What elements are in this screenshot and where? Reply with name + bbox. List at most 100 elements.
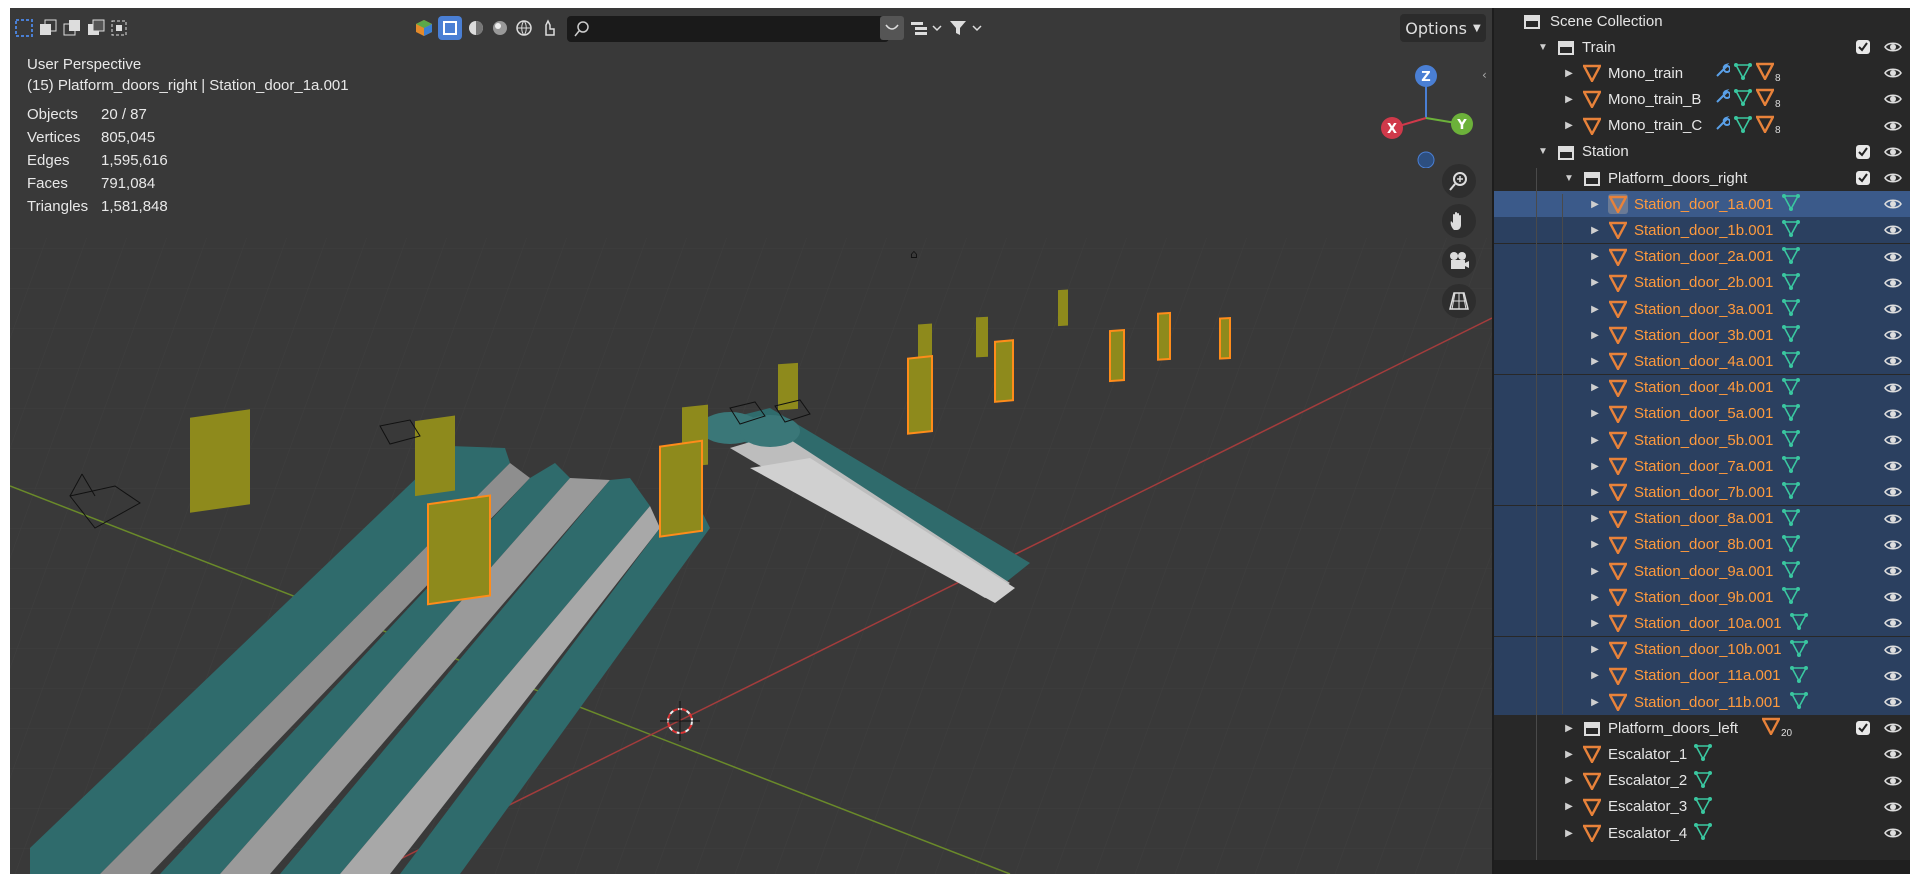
visibility-eye-icon[interactable] xyxy=(1884,562,1902,580)
expand-arrow-icon[interactable]: ▶ xyxy=(1562,774,1576,788)
mesh-data-icon[interactable] xyxy=(1694,743,1712,765)
visibility-eye-icon[interactable] xyxy=(1884,614,1902,632)
object-data-icon[interactable] xyxy=(1761,717,1781,739)
outliner-object-row[interactable]: ▶ Station_door_3b.001 xyxy=(1494,322,1910,349)
exclude-checkbox[interactable] xyxy=(1856,171,1870,185)
shading-options-icon[interactable] xyxy=(538,16,562,40)
zoom-button[interactable] xyxy=(1442,164,1476,198)
visibility-eye-icon[interactable] xyxy=(1884,117,1902,135)
outliner-collection-row[interactable]: ▼ Platform_doors_right xyxy=(1494,165,1910,191)
visibility-eye-icon[interactable] xyxy=(1884,588,1902,606)
rendered-shading-icon[interactable] xyxy=(512,16,536,40)
mesh-data-icon[interactable] xyxy=(1782,324,1800,346)
select-intersect-icon[interactable] xyxy=(108,16,132,40)
outliner-object-row[interactable]: ▶ Station_door_8a.001 xyxy=(1494,505,1910,532)
visibility-eye-icon[interactable] xyxy=(1884,798,1902,816)
outliner-collection-row[interactable]: ▼ Station xyxy=(1494,139,1910,165)
expand-arrow-icon[interactable]: ▶ xyxy=(1562,826,1576,840)
outliner-object-row[interactable]: ▶ Station_door_9a.001 xyxy=(1494,558,1910,584)
xray-toggle-icon[interactable] xyxy=(438,16,462,40)
material-icon[interactable] xyxy=(1755,62,1775,84)
outliner-object-row[interactable]: ▶ Station_door_7b.001 xyxy=(1494,479,1910,506)
solid-shading-icon[interactable] xyxy=(464,16,488,40)
mesh-data-icon[interactable] xyxy=(1782,246,1800,268)
outliner-object-row[interactable]: ▶ Escalator_1 xyxy=(1494,741,1910,767)
sidebar-toggle-icon[interactable]: ‹ xyxy=(1482,68,1487,82)
material-icon[interactable] xyxy=(1755,115,1775,137)
mesh-data-icon[interactable] xyxy=(1782,508,1800,530)
expand-arrow-icon[interactable]: ▶ xyxy=(1588,276,1602,290)
visibility-eye-icon[interactable] xyxy=(1884,536,1902,554)
select-box-icon[interactable] xyxy=(12,16,36,40)
visibility-eye-icon[interactable] xyxy=(1884,143,1902,161)
outliner-object-row[interactable]: ▶ Station_door_3a.001 xyxy=(1494,296,1910,322)
visibility-eye-icon[interactable] xyxy=(1884,38,1902,56)
mesh-data-icon[interactable] xyxy=(1694,822,1712,844)
expand-arrow-icon[interactable]: ▶ xyxy=(1588,669,1602,683)
mesh-data-icon[interactable] xyxy=(1782,193,1800,215)
expand-arrow-icon[interactable]: ▶ xyxy=(1588,512,1602,526)
modifier-wrench-icon[interactable] xyxy=(1714,63,1731,83)
expand-arrow-icon[interactable]: ▶ xyxy=(1588,485,1602,499)
mesh-data-icon[interactable] xyxy=(1790,612,1808,634)
expand-arrow-icon[interactable]: ▶ xyxy=(1588,223,1602,237)
expand-arrow-icon[interactable]: ▶ xyxy=(1588,564,1602,578)
outliner-object-row[interactable]: ▶ Station_door_5a.001 xyxy=(1494,400,1910,427)
visibility-eye-icon[interactable] xyxy=(1884,352,1902,370)
outliner-object-row[interactable]: ▶ Escalator_2 xyxy=(1494,768,1910,794)
outliner-object-row[interactable]: ▶ Station_door_4a.001 xyxy=(1494,348,1910,375)
expand-arrow-icon[interactable]: ▶ xyxy=(1588,538,1602,552)
modifier-wrench-icon[interactable] xyxy=(1714,115,1731,136)
select-invert-icon[interactable] xyxy=(84,16,108,40)
expand-arrow-icon[interactable]: ▶ xyxy=(1588,590,1602,604)
visibility-eye-icon[interactable] xyxy=(1884,745,1902,763)
outliner-object-row[interactable]: ▶ Escalator_4 xyxy=(1494,820,1910,846)
outliner-object-row[interactable]: ▶ Station_door_1a.001 xyxy=(1494,191,1910,218)
outliner-object-row[interactable]: ▶ Station_door_4b.001 xyxy=(1494,374,1910,401)
select-subtract-icon[interactable] xyxy=(60,16,84,40)
expand-arrow-icon[interactable]: ▶ xyxy=(1588,250,1602,264)
mesh-data-icon[interactable] xyxy=(1782,429,1800,451)
expand-arrow-icon[interactable]: ▶ xyxy=(1588,643,1602,657)
exclude-checkbox[interactable] xyxy=(1856,40,1870,54)
mesh-data-icon[interactable] xyxy=(1782,586,1800,608)
expand-arrow-icon[interactable]: ▶ xyxy=(1588,354,1602,368)
mesh-data-icon[interactable] xyxy=(1782,534,1800,556)
modifier-wrench-icon[interactable] xyxy=(1714,89,1731,109)
mesh-data-icon[interactable] xyxy=(1734,88,1752,110)
expand-arrow-icon[interactable]: ▶ xyxy=(1562,747,1576,761)
expand-arrow-icon[interactable]: ▶ xyxy=(1588,328,1602,342)
visibility-eye-icon[interactable] xyxy=(1884,510,1902,528)
visibility-eye-icon[interactable] xyxy=(1884,483,1902,501)
collapse-arrow-icon[interactable]: ▼ xyxy=(1536,40,1550,54)
outliner-object-row[interactable]: ▶ Mono_train_B 8 xyxy=(1494,86,1910,112)
options-button[interactable]: Options ▼ xyxy=(1400,14,1486,42)
visibility-eye-icon[interactable] xyxy=(1884,64,1902,82)
visibility-eye-icon[interactable] xyxy=(1884,300,1902,318)
outliner-object-row[interactable]: ▶ Station_door_2b.001 xyxy=(1494,269,1910,296)
outliner-object-row[interactable]: ▶ Station_door_7a.001 xyxy=(1494,453,1910,480)
exclude-checkbox[interactable] xyxy=(1856,721,1870,736)
expand-arrow-icon[interactable]: ▶ xyxy=(1562,66,1576,80)
filter-icon[interactable] xyxy=(948,16,984,40)
visibility-eye-icon[interactable] xyxy=(1884,641,1902,659)
scene-collection-row[interactable]: Scene Collection xyxy=(1494,8,1910,34)
outliner-object-row[interactable]: ▶ Station_door_5b.001 xyxy=(1494,427,1910,453)
expand-arrow-icon[interactable]: ▶ xyxy=(1562,800,1576,814)
visibility-eye-icon[interactable] xyxy=(1884,405,1902,423)
mesh-data-icon[interactable] xyxy=(1782,560,1800,582)
visibility-eye-icon[interactable] xyxy=(1884,326,1902,344)
visibility-eye-icon[interactable] xyxy=(1884,379,1902,397)
expand-arrow-icon[interactable]: ▶ xyxy=(1588,695,1602,709)
visibility-eye-icon[interactable] xyxy=(1884,221,1902,239)
outliner-object-row[interactable]: ▶ Station_door_9b.001 xyxy=(1494,584,1910,611)
object-types-visibility-icon[interactable] xyxy=(412,16,436,40)
mesh-data-icon[interactable] xyxy=(1790,639,1808,661)
3d-viewport[interactable]: ⌂ Options ▼ User Perspective (15) Platfo… xyxy=(10,8,1492,874)
outliner-object-row[interactable]: ▶ Station_door_8b.001 xyxy=(1494,531,1910,558)
select-extend-icon[interactable] xyxy=(36,16,60,40)
outliner-object-row[interactable]: ▶ Station_door_11b.001 xyxy=(1494,689,1910,715)
outliner-object-row[interactable]: ▶ Station_door_11a.001 xyxy=(1494,662,1910,689)
expand-arrow-icon[interactable]: ▶ xyxy=(1588,433,1602,447)
camera-view-button[interactable] xyxy=(1442,244,1476,278)
